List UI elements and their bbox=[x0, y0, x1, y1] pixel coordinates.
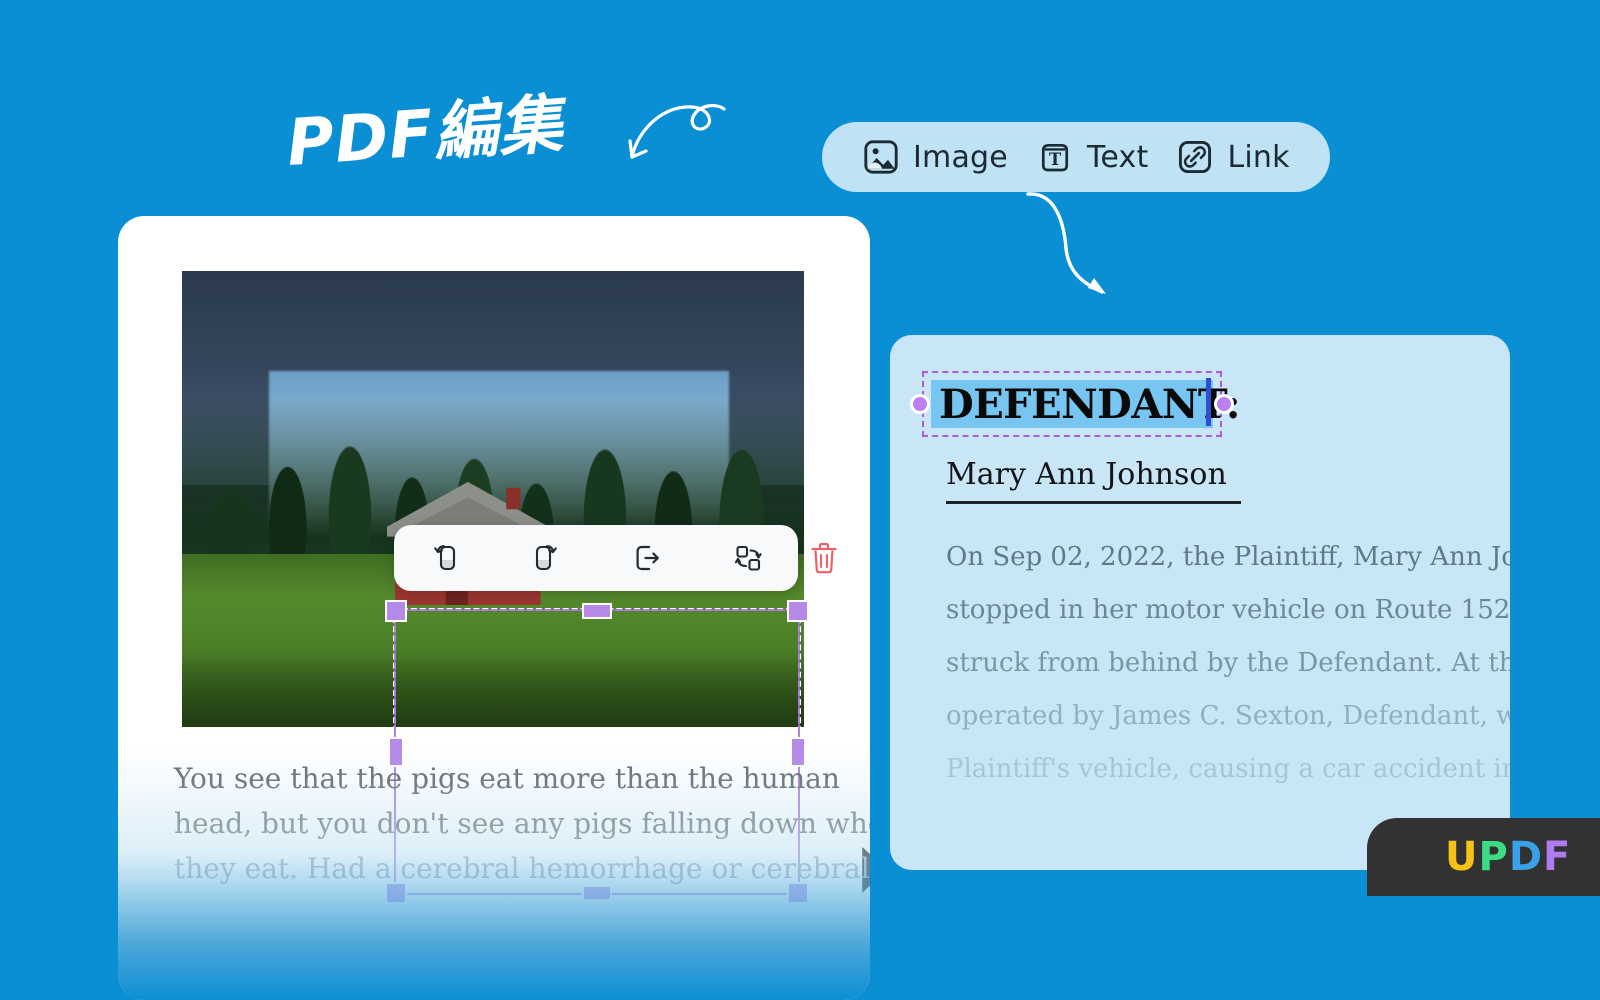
text-icon: T bbox=[1041, 143, 1069, 172]
image-icon bbox=[864, 140, 898, 174]
updf-letter-u: U bbox=[1445, 834, 1479, 880]
text-handle-right[interactable] bbox=[1214, 394, 1234, 414]
updf-watermark: UPDF bbox=[1367, 818, 1600, 896]
rotate-left-icon bbox=[433, 545, 455, 571]
page-body-text: You see that the pigs eat more than the … bbox=[174, 756, 870, 891]
photo-grass-shadow bbox=[182, 649, 804, 727]
page-title: PDF編集 bbox=[284, 87, 566, 182]
tool-item-link[interactable]: Link bbox=[1162, 138, 1303, 176]
body-line: they eat. Had a cerebral hemorrhage or c… bbox=[174, 852, 870, 885]
rotate-left-button[interactable] bbox=[422, 535, 468, 581]
paragraph-line: On Sep 02, 2022, the Plaintiff, Mary Ann… bbox=[946, 542, 1510, 572]
tool-item-text-label: Text bbox=[1086, 139, 1149, 175]
edit-mode-toolbar[interactable]: Image T Text Link bbox=[822, 122, 1330, 192]
tool-item-link-label: Link bbox=[1227, 139, 1290, 175]
extract-image-button[interactable] bbox=[624, 535, 670, 581]
paragraph-line: stopped in her motor vehicle on Route 15… bbox=[946, 595, 1510, 625]
heading-highlight: DEFENDANT: bbox=[931, 380, 1241, 428]
text-handle-left[interactable] bbox=[910, 394, 930, 414]
extract-image-icon bbox=[636, 545, 659, 571]
text-edit-panel: DEFENDANT: Mary Ann Johnson On Sep 02, 2… bbox=[890, 335, 1510, 870]
trash-icon bbox=[811, 542, 837, 574]
updf-logo: UPDF bbox=[1445, 834, 1571, 880]
replace-image-icon bbox=[734, 545, 762, 571]
paragraph-line: Plaintiff's vehicle, causing a car accid… bbox=[946, 754, 1510, 784]
paragraph-line: struck from behind by the Defendant. At … bbox=[946, 648, 1510, 678]
body-line: head, but you don't see any pigs falling… bbox=[174, 807, 870, 840]
svg-text:T: T bbox=[1049, 149, 1062, 169]
rotate-right-icon bbox=[535, 545, 557, 571]
page-image[interactable] bbox=[182, 271, 804, 727]
image-edit-toolbar[interactable] bbox=[394, 525, 798, 591]
link-icon bbox=[1179, 141, 1212, 173]
curved-arrow-left-icon bbox=[628, 104, 726, 159]
tool-item-image[interactable]: Image bbox=[848, 138, 1022, 176]
pdf-page-card: You see that the pigs eat more than the … bbox=[118, 216, 870, 1000]
updf-letter-p: P bbox=[1478, 834, 1509, 880]
heading-selection[interactable]: DEFENDANT: bbox=[910, 371, 1241, 437]
updf-letter-d: D bbox=[1508, 834, 1544, 880]
text-caret bbox=[1206, 378, 1211, 426]
delete-image-button[interactable] bbox=[802, 536, 846, 580]
tool-item-text[interactable]: T Text bbox=[1022, 138, 1162, 176]
name-field[interactable]: Mary Ann Johnson bbox=[946, 457, 1241, 504]
rotate-right-button[interactable] bbox=[523, 535, 569, 581]
screenshot-root: PDF編集 Image T Text Link You see that the… bbox=[0, 0, 1600, 1000]
panel-paragraph: On Sep 02, 2022, the Plaintiff, Mary Ann… bbox=[946, 531, 1510, 796]
tool-item-image-label: Image bbox=[913, 139, 1008, 175]
body-line: You see that the pigs eat more than the … bbox=[174, 762, 840, 795]
replace-image-button[interactable] bbox=[725, 535, 771, 581]
curved-arrow-down-right-icon bbox=[1026, 192, 1106, 294]
heading-text: DEFENDANT: bbox=[939, 380, 1241, 428]
updf-letter-f: F bbox=[1543, 834, 1572, 880]
paragraph-line: operated by James C. Sexton, Defendant, … bbox=[946, 701, 1510, 731]
